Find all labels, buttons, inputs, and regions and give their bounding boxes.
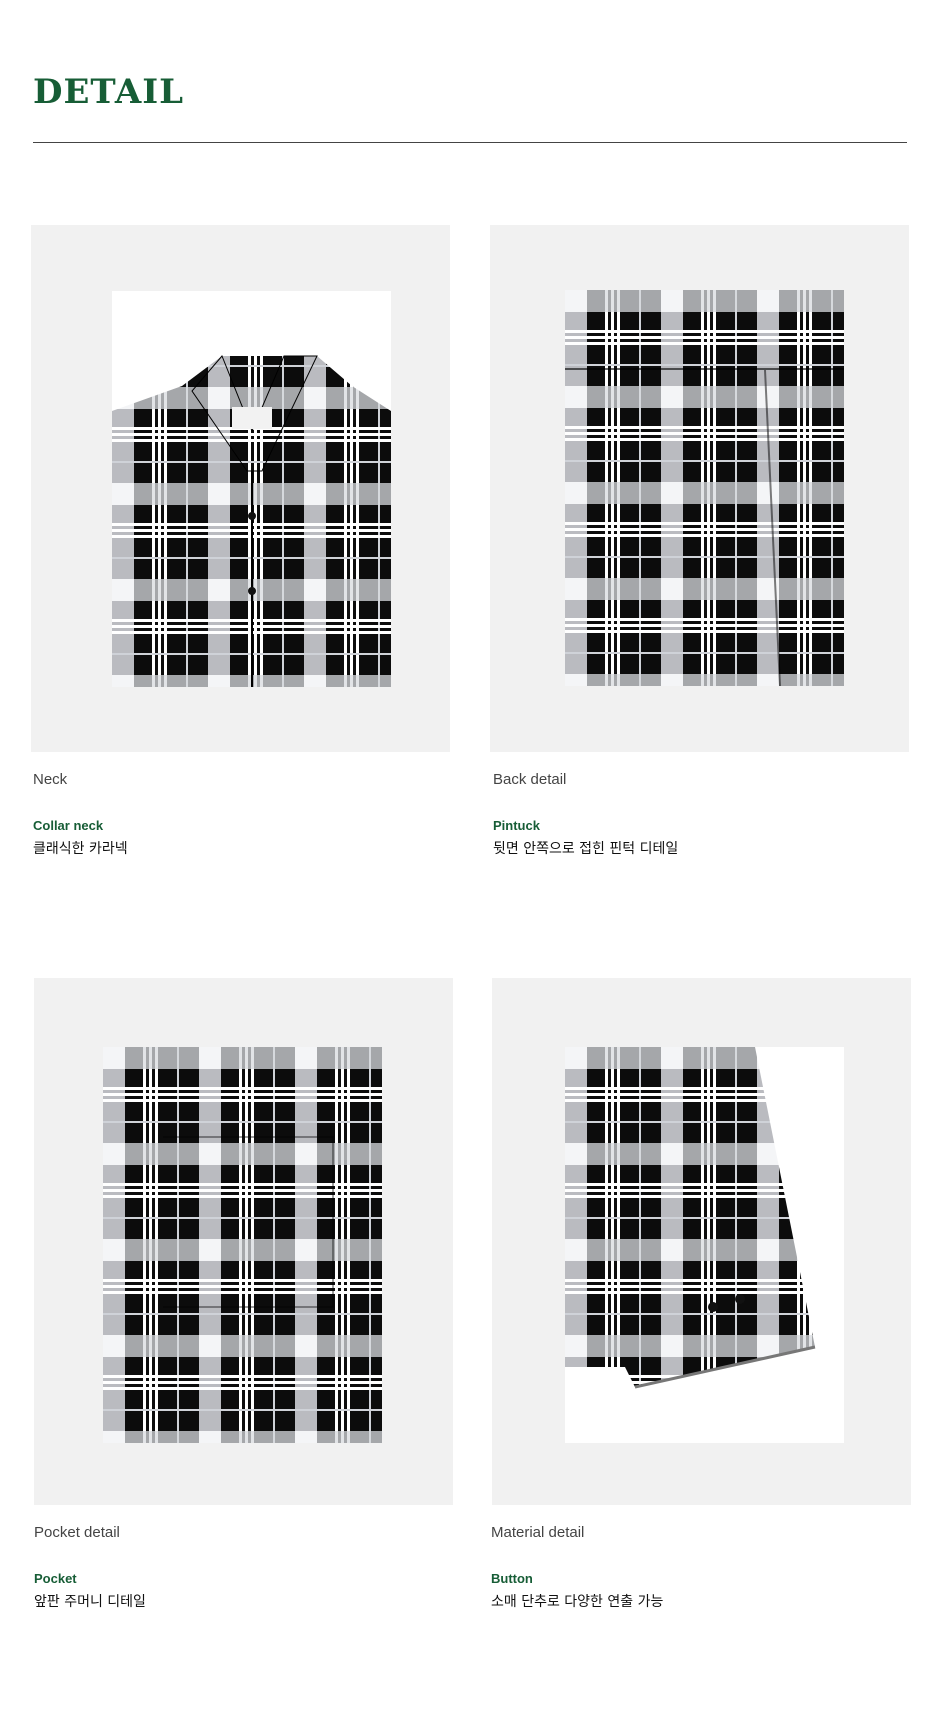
shirt-pocket-photo [103, 1047, 382, 1443]
shirt-collar-photo [112, 291, 391, 687]
feature-title: Pocket [34, 1571, 77, 1586]
feature-title: Button [491, 1571, 533, 1586]
detail-panel-back [490, 225, 909, 752]
title-divider [33, 142, 907, 143]
page-title: DETAIL [33, 72, 185, 112]
detail-caption: Material detail [491, 1524, 585, 1541]
feature-title: Pintuck [493, 818, 540, 833]
feature-description: 소매 단추로 다양한 연출 가능 [491, 1594, 664, 1610]
feature-title: Collar neck [33, 818, 104, 833]
detail-caption: Pocket detail [34, 1524, 120, 1541]
detail-panel-neck [31, 225, 450, 752]
feature-description: 뒷면 안쪽으로 접힌 핀턱 디테일 [493, 841, 679, 857]
detail-caption: Back detail [493, 771, 567, 788]
feature-description: 클래식한 카라넥 [33, 841, 128, 857]
detail-caption: Neck [33, 771, 68, 788]
feature-description: 앞판 주머니 디테일 [34, 1594, 146, 1610]
shirt-back-photo [565, 290, 844, 686]
detail-panel-pocket [34, 978, 453, 1505]
detail-panel-material [492, 978, 911, 1505]
shirt-cuff-photo [565, 1047, 844, 1443]
